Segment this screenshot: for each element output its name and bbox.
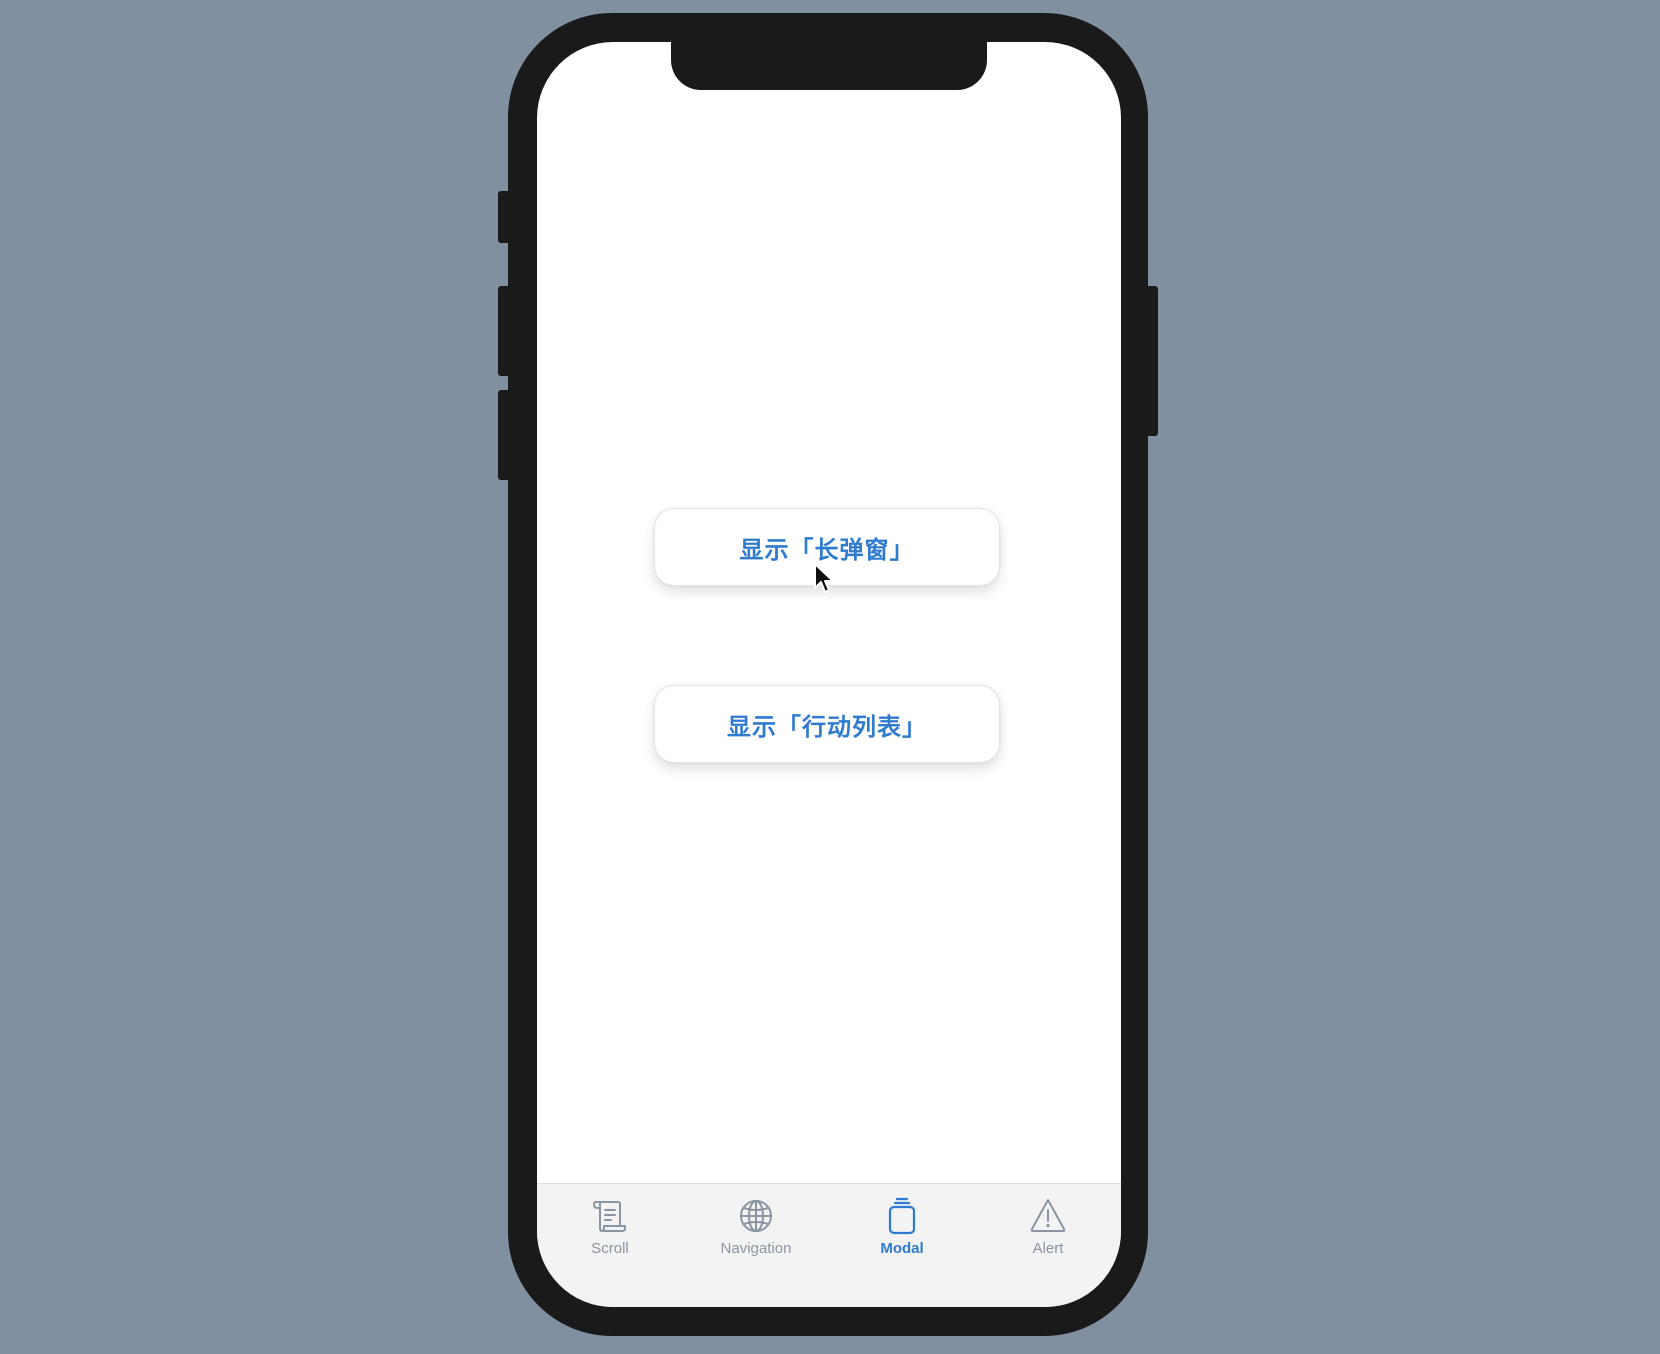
tab-modal[interactable]: Modal <box>829 1196 975 1257</box>
mouse-cursor-icon <box>814 563 834 593</box>
phone-screen: 显示「长弹窗」 显示「行动列表」 Scroll Navigation Modal… <box>537 42 1121 1307</box>
tab-scroll[interactable]: Scroll <box>537 1196 683 1257</box>
tab-navigation-label: Navigation <box>720 1240 792 1257</box>
globe-icon <box>740 1200 772 1232</box>
tab-scroll-label: Scroll <box>591 1240 629 1257</box>
phone-frame: 显示「长弹窗」 显示「行动列表」 Scroll Navigation Modal… <box>508 13 1148 1336</box>
tab-alert-label: Alert <box>1032 1240 1064 1257</box>
modal-demo-content: 显示「长弹窗」 显示「行动列表」 <box>537 42 1121 1183</box>
tab-alert[interactable]: Alert <box>975 1196 1121 1257</box>
tab-bar: Scroll Navigation Modal Alert <box>537 1183 1121 1307</box>
show-action-sheet-button[interactable]: 显示「行动列表」 <box>654 685 1000 763</box>
tab-navigation[interactable]: Navigation <box>683 1196 829 1257</box>
warning-triangle-icon <box>1030 1199 1066 1232</box>
tab-modal-label: Modal <box>880 1240 924 1257</box>
desktop-background: 显示「长弹窗」 显示「行动列表」 Scroll Navigation Modal… <box>0 0 1660 1354</box>
stacked-card-icon <box>888 1197 916 1235</box>
scroll-icon <box>593 1201 626 1232</box>
